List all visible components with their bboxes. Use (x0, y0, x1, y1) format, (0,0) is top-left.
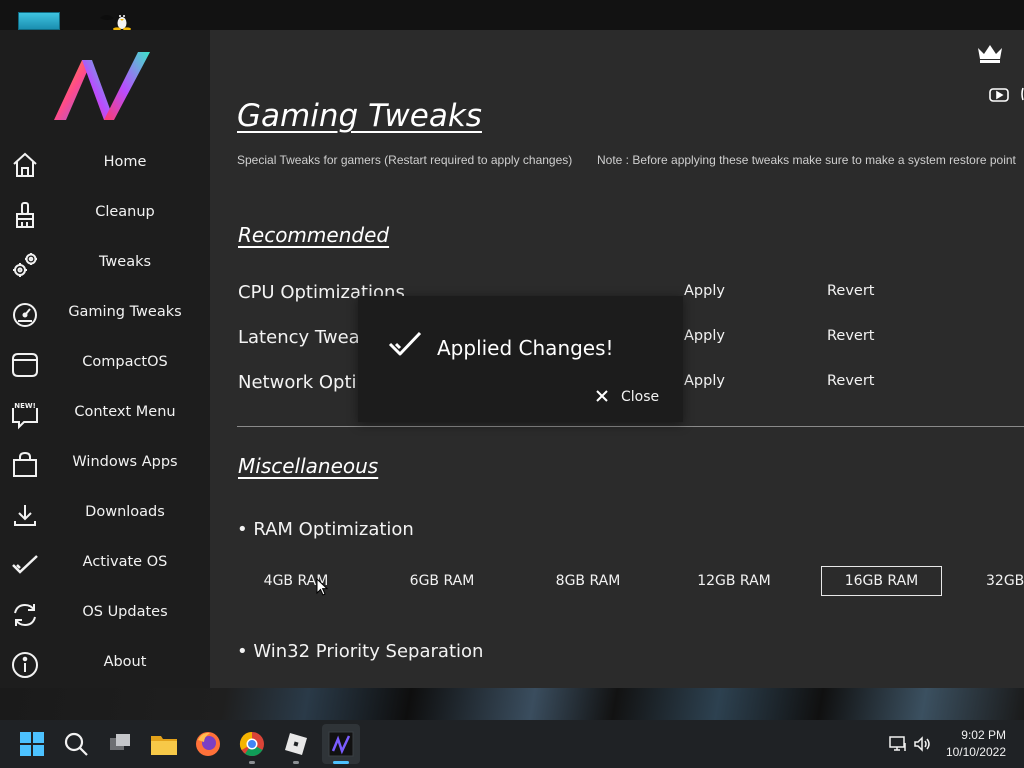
ram-option-16gb[interactable]: 16GB RAM (821, 566, 942, 596)
page-subtitle: Special Tweaks for gamers (Restart requi… (237, 153, 573, 167)
sidebar-item-tweaks[interactable]: Tweaks (0, 242, 210, 286)
sidebar-item-gaming-tweaks[interactable]: Gaming Tweaks (0, 292, 210, 336)
sidebar-item-label: OS Updates (82, 604, 168, 620)
sidebar-item-label: Gaming Tweaks (68, 304, 182, 320)
social-icon[interactable] (1020, 86, 1024, 102)
search-icon[interactable] (60, 728, 92, 760)
sidebar-item-label: Windows Apps (72, 454, 178, 470)
clock-date[interactable]: 10/10/2022 (946, 745, 1006, 759)
sidebar-item-windows-apps[interactable]: Windows Apps (0, 442, 210, 486)
refresh-icon (14, 603, 36, 627)
youtube-icon[interactable] (989, 87, 1009, 103)
ram-optimization-heading: • RAM Optimization (237, 519, 414, 540)
sidebar-item-downloads[interactable]: Downloads (0, 492, 210, 536)
speedometer-icon (13, 303, 37, 327)
ram-option-12gb[interactable]: 12GB RAM (674, 566, 794, 596)
svg-text:NEW!: NEW! (14, 402, 36, 410)
desktop-window-icon[interactable] (18, 12, 60, 30)
apply-button[interactable]: Apply (684, 283, 725, 299)
ram-option-6gb[interactable]: 6GB RAM (382, 566, 502, 596)
running-indicator (249, 761, 255, 764)
sidebar-item-label: Tweaks (98, 254, 152, 270)
sidebar-item-label: About (103, 654, 147, 670)
mouse-cursor-icon (316, 578, 328, 596)
running-indicator (293, 761, 299, 764)
brush-icon (16, 202, 34, 228)
taskbar: 9:02 PM 10/10/2022 (0, 720, 1024, 768)
task-view-icon[interactable] (104, 728, 136, 760)
download-icon (14, 505, 36, 526)
sidebar-item-label: CompactOS (82, 354, 168, 370)
windows-start-icon[interactable] (16, 728, 48, 760)
new-badge-chat-icon: NEW! (12, 402, 38, 430)
apply-button[interactable]: Apply (684, 373, 725, 389)
sidebar-item-cleanup[interactable]: Cleanup (0, 192, 210, 236)
desktop-wallpaper (0, 688, 1024, 720)
revert-button[interactable]: Revert (827, 283, 875, 299)
checkmark-icon (388, 331, 422, 356)
home-icon (13, 152, 37, 177)
ram-option-32gb[interactable]: 32GB RAM (986, 566, 1024, 596)
sidebar-item-label: Activate OS (82, 554, 168, 570)
revert-button[interactable]: Revert (827, 373, 875, 389)
sidebar-item-context-menu[interactable]: NEW! Context Menu (0, 392, 210, 436)
restore-point-note: Note : Before applying these tweaks make… (597, 153, 1016, 167)
miscellaneous-heading: Miscellaneous (238, 454, 379, 478)
sidebar-item-home[interactable]: Home (0, 142, 210, 186)
shopping-bag-icon (13, 451, 37, 477)
clock-time[interactable]: 9:02 PM (961, 728, 1006, 742)
close-icon (596, 390, 608, 402)
network-icon[interactable] (888, 734, 908, 754)
ram-option-4gb[interactable]: 4GB RAM (236, 566, 356, 596)
sidebar: Home Cleanup Tweaks Gaming Tweaks Compac… (0, 30, 210, 688)
folder-icon (12, 353, 38, 377)
gears-icon (13, 253, 37, 277)
crown-icon[interactable] (976, 42, 1004, 64)
volume-icon[interactable] (912, 734, 932, 754)
applied-changes-dialog: Applied Changes! Close (358, 296, 683, 422)
sidebar-item-compactos[interactable]: CompactOS (0, 342, 210, 386)
section-divider (237, 426, 1024, 427)
desktop-top-strip (0, 0, 1024, 30)
revert-button[interactable]: Revert (827, 328, 875, 344)
sidebar-item-activate-os[interactable]: Activate OS (0, 542, 210, 586)
optimizer-app-icon[interactable] (325, 728, 357, 760)
chrome-icon[interactable] (236, 728, 268, 760)
sidebar-item-label: Downloads (85, 504, 165, 520)
apply-button[interactable]: Apply (684, 328, 725, 344)
tux-penguin-icon[interactable] (92, 8, 136, 30)
active-indicator (333, 761, 349, 764)
ram-option-8gb[interactable]: 8GB RAM (528, 566, 648, 596)
recommended-heading: Recommended (238, 223, 390, 247)
checkmark-icon (12, 555, 38, 574)
dialog-message: Applied Changes! (437, 336, 614, 360)
sidebar-item-about[interactable]: About (0, 642, 210, 686)
win32-priority-heading: • Win32 Priority Separation (237, 641, 484, 662)
info-icon (12, 652, 38, 678)
firefox-icon[interactable] (192, 728, 224, 760)
sidebar-item-label: Context Menu (74, 404, 176, 420)
sidebar-item-label: Home (103, 154, 147, 170)
page-title: Gaming Tweaks (237, 98, 482, 134)
file-explorer-icon[interactable] (148, 728, 180, 760)
sidebar-item-label: Cleanup (95, 204, 155, 220)
app-logo (54, 52, 150, 120)
sidebar-item-os-updates[interactable]: OS Updates (0, 592, 210, 636)
close-label: Close (621, 389, 660, 405)
roblox-icon[interactable] (280, 728, 312, 760)
